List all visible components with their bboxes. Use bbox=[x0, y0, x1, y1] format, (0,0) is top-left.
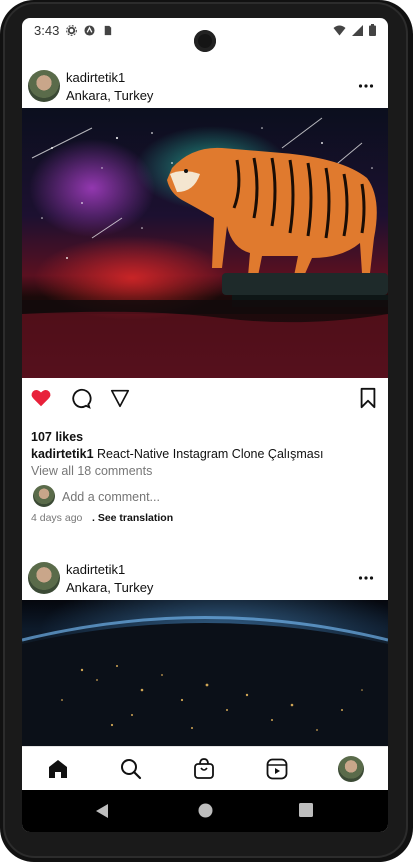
back-icon[interactable] bbox=[95, 803, 109, 819]
view-comments-link[interactable]: View all 18 comments bbox=[31, 464, 152, 478]
reels-icon[interactable] bbox=[265, 757, 289, 781]
comment-icon[interactable] bbox=[70, 387, 92, 409]
search-icon[interactable] bbox=[119, 757, 143, 781]
post-header: kadirtetik1 Ankara, Turkey bbox=[22, 554, 388, 602]
caption-username[interactable]: kadirtetik1 bbox=[31, 447, 94, 461]
signal-icon bbox=[352, 24, 363, 36]
battery-icon bbox=[369, 24, 376, 36]
recents-icon[interactable] bbox=[299, 803, 313, 817]
shop-icon[interactable] bbox=[192, 757, 216, 781]
post-header: kadirtetik1 Ankara, Turkey bbox=[22, 62, 388, 110]
see-translation-link[interactable]: . See translation bbox=[92, 512, 173, 524]
post-image[interactable] bbox=[22, 108, 388, 378]
more-options-icon[interactable] bbox=[358, 575, 374, 581]
status-bar: 3:43 bbox=[22, 18, 388, 52]
post-time: 4 days ago bbox=[31, 512, 83, 524]
home-icon[interactable] bbox=[46, 757, 70, 781]
avatar[interactable] bbox=[28, 562, 60, 594]
add-comment-input[interactable] bbox=[62, 490, 262, 504]
more-options-icon[interactable] bbox=[358, 83, 374, 89]
app-notification-icon bbox=[84, 25, 95, 36]
post-caption: kadirtetik1 React-Native Instagram Clone… bbox=[31, 447, 324, 461]
comment-avatar bbox=[33, 485, 55, 507]
sim-card-icon bbox=[105, 25, 112, 36]
avatar[interactable] bbox=[28, 70, 60, 102]
settings-icon bbox=[66, 25, 78, 36]
post-username[interactable]: kadirtetik1 bbox=[66, 562, 125, 577]
system-nav-bar bbox=[22, 790, 388, 832]
post-image[interactable] bbox=[22, 600, 388, 746]
post-actions bbox=[22, 384, 388, 414]
profile-avatar[interactable] bbox=[338, 756, 364, 782]
home-circle-icon[interactable] bbox=[198, 803, 213, 818]
likes-count[interactable]: 107 likes bbox=[31, 430, 83, 444]
heart-icon[interactable] bbox=[30, 387, 52, 409]
share-icon[interactable] bbox=[109, 387, 131, 409]
bottom-tab-bar bbox=[22, 746, 388, 791]
app-screen: 3:43 kadirtetik1 Ankara, Turkey 107 like… bbox=[22, 18, 388, 832]
post-location[interactable]: Ankara, Turkey bbox=[66, 580, 153, 595]
post-username[interactable]: kadirtetik1 bbox=[66, 70, 125, 85]
post-location[interactable]: Ankara, Turkey bbox=[66, 88, 153, 103]
caption-text: React-Native Instagram Clone Çalışması bbox=[97, 447, 324, 461]
status-time: 3:43 bbox=[34, 23, 60, 38]
bookmark-icon[interactable] bbox=[357, 387, 379, 409]
wifi-icon bbox=[333, 25, 346, 35]
earth-night-photo bbox=[22, 616, 388, 746]
tiger-artwork bbox=[22, 117, 388, 378]
front-camera bbox=[194, 30, 216, 52]
